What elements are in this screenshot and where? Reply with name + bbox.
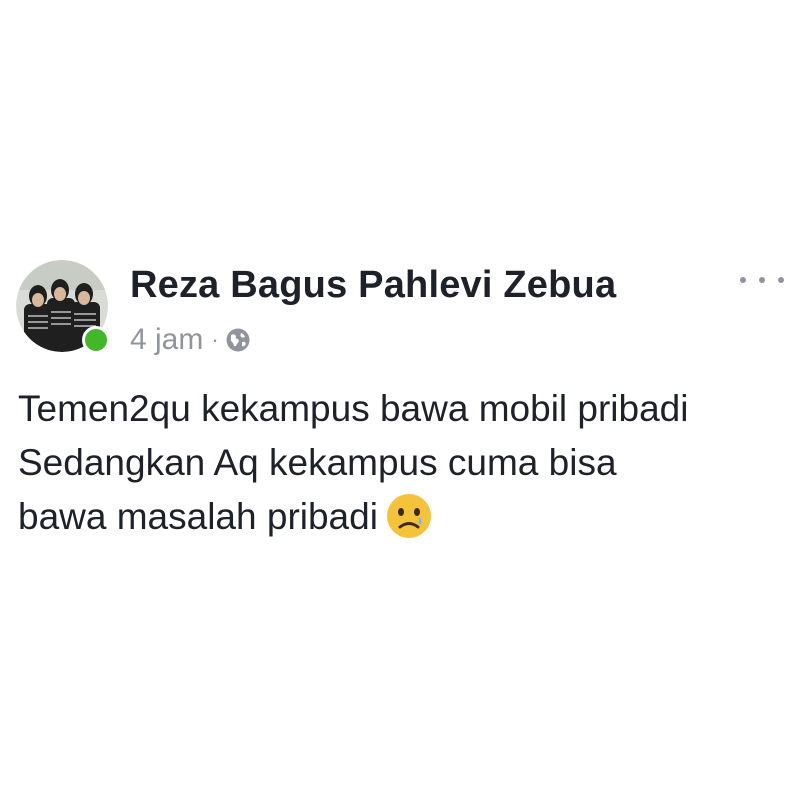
more-dot: [759, 277, 765, 283]
online-status-indicator: [82, 326, 110, 354]
post-text: Temen2qu kekampus bawa mobil pribadi Sed…: [18, 382, 788, 544]
author-name[interactable]: Reza Bagus Pahlevi Zebua: [130, 264, 616, 307]
post-text-line: Temen2qu kekampus bawa mobil pribadi: [18, 388, 689, 429]
more-dot: [778, 277, 784, 283]
more-dot: [740, 277, 746, 283]
crying-face-emoji-icon: [386, 494, 431, 539]
post-header: Reza Bagus Pahlevi Zebua 4 jam ·: [16, 254, 784, 356]
post-text-line-content: bawa masalah pribadi: [18, 496, 378, 537]
page: Reza Bagus Pahlevi Zebua 4 jam · Temen2q…: [0, 0, 800, 800]
author-avatar[interactable]: [16, 260, 110, 354]
globe-icon: [226, 328, 250, 352]
post-text-line-last: bawa masalah pribadi: [18, 490, 788, 544]
feed-post: Reza Bagus Pahlevi Zebua 4 jam · Temen2q…: [0, 248, 800, 548]
meta-separator: ·: [211, 327, 219, 352]
post-text-line: Sedangkan Aq kekampus cuma bisa: [18, 442, 617, 483]
post-timestamp[interactable]: 4 jam: [130, 323, 203, 357]
post-meta: 4 jam ·: [130, 320, 251, 360]
post-options-button[interactable]: [740, 268, 784, 292]
